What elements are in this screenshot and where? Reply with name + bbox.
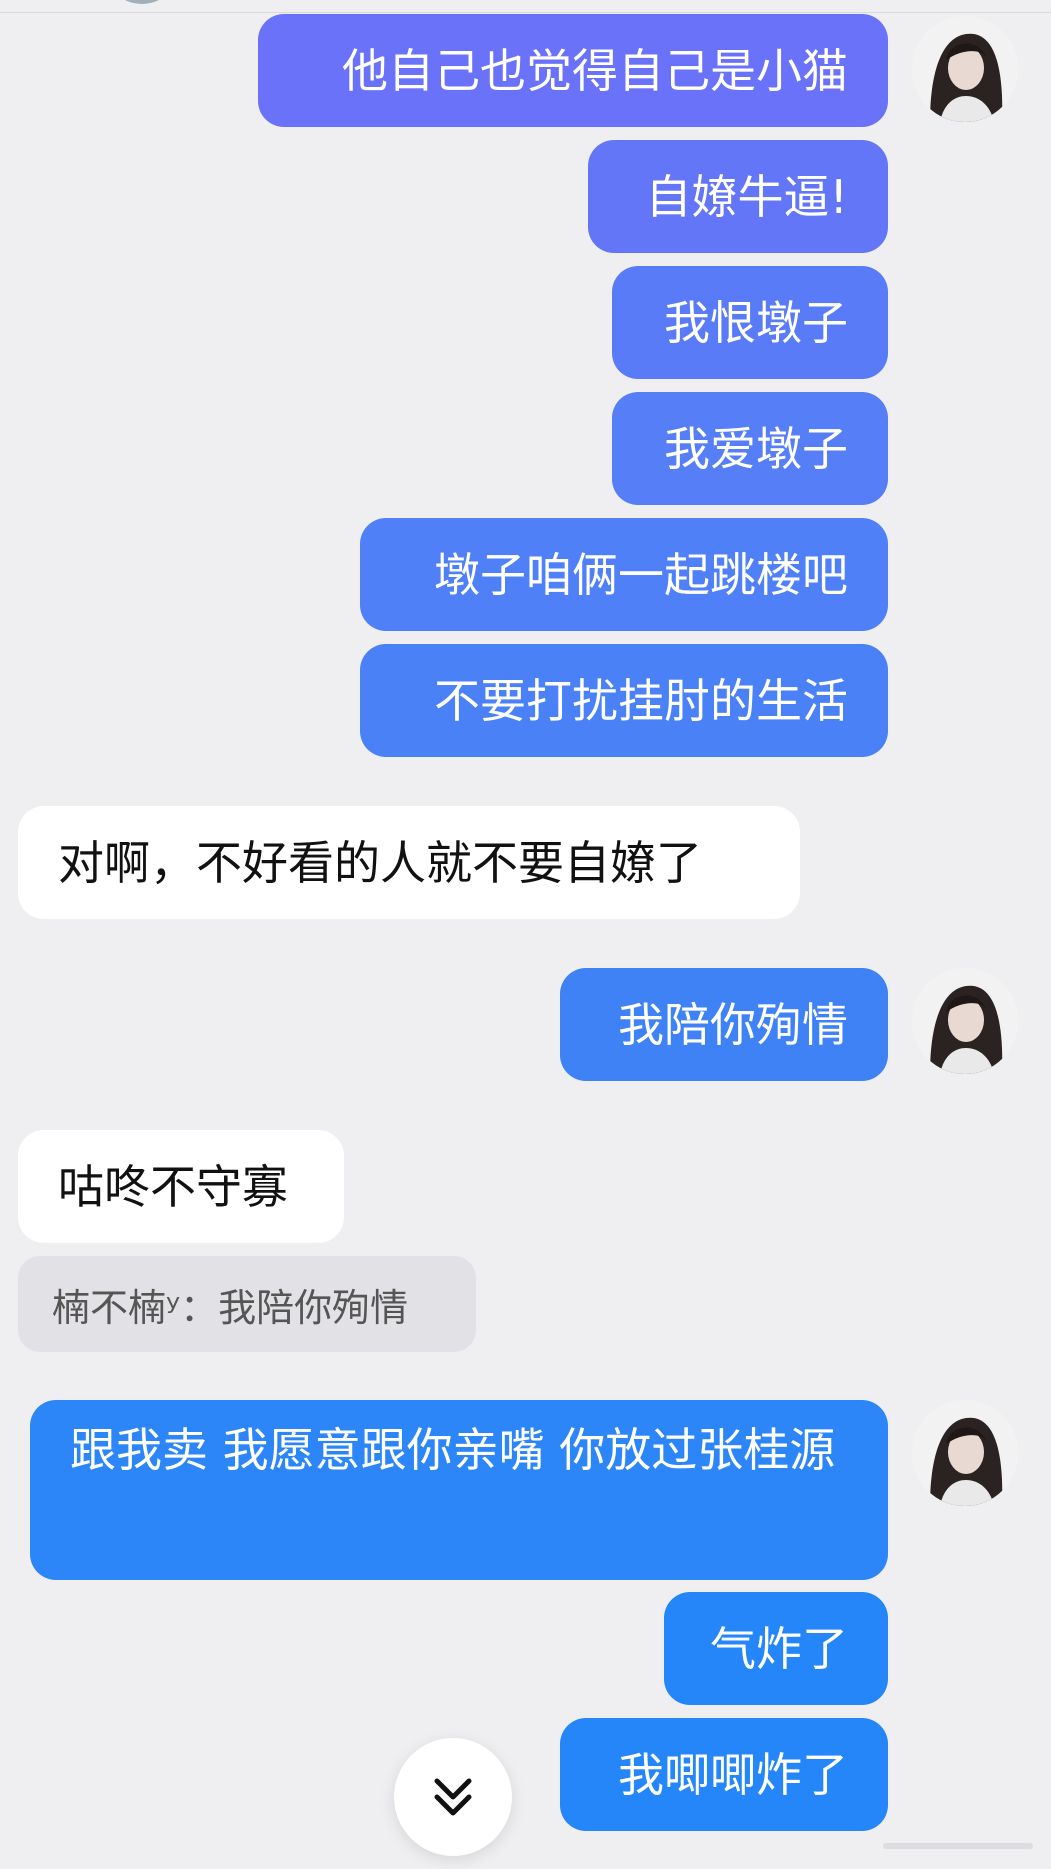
scroll-to-bottom-button[interactable]: [394, 1738, 512, 1856]
message-text: 他自己也觉得自己是小猫: [342, 43, 848, 98]
message-bubble-outgoing[interactable]: 他自己也觉得自己是小猫: [258, 14, 888, 127]
message-text: 我爱墩子: [664, 421, 848, 476]
divider: [0, 12, 1051, 13]
message-text: 跟我卖 我愿意跟你亲嘴 你放过张桂源: [70, 1423, 836, 1477]
message-bubble-outgoing[interactable]: 墩子咱俩一起跳楼吧: [360, 518, 888, 631]
user-avatar-photo: [912, 16, 1018, 122]
watermark: [883, 1843, 1033, 1849]
message-bubble-outgoing[interactable]: 跟我卖 我愿意跟你亲嘴 你放过张桂源: [30, 1400, 888, 1580]
quoted-message[interactable]: 楠不楠ʸ：我陪你殉情: [18, 1256, 476, 1352]
message-text: 对啊，不好看的人就不要自嫽了: [58, 835, 702, 890]
message-bubble-incoming[interactable]: 对啊，不好看的人就不要自嫽了: [18, 806, 800, 919]
message-bubble-outgoing[interactable]: 自嫽牛逼!: [588, 140, 888, 253]
user-avatar-photo: [912, 1400, 1018, 1506]
message-text: 气炸了: [710, 1621, 848, 1676]
message-bubble-outgoing[interactable]: 我陪你殉情: [560, 968, 888, 1081]
user-avatar-photo: [912, 968, 1018, 1074]
message-bubble-outgoing[interactable]: 气炸了: [664, 1592, 888, 1705]
message-text: 不要打扰挂肘的生活: [434, 673, 848, 728]
message-text: 墩子咱俩一起跳楼吧: [434, 547, 848, 602]
message-bubble-outgoing[interactable]: 不要打扰挂肘的生活: [360, 644, 888, 757]
message-bubble-outgoing[interactable]: 我爱墩子: [612, 392, 888, 505]
message-bubble-outgoing[interactable]: 我唧唧炸了: [560, 1718, 888, 1831]
double-chevron-down-icon: [434, 1778, 472, 1816]
message-text: 咕咚不守寡: [58, 1159, 288, 1214]
avatar[interactable]: [912, 16, 1018, 122]
message-text: 我唧唧炸了: [618, 1747, 848, 1802]
avatar[interactable]: [912, 1400, 1018, 1506]
message-text: 我恨墩子: [664, 295, 848, 350]
message-text: 我陪你殉情: [618, 997, 848, 1052]
message-bubble-incoming[interactable]: 咕咚不守寡: [18, 1130, 344, 1243]
quoted-message-text: 楠不楠ʸ：我陪你殉情: [52, 1285, 409, 1330]
chat-screen: 他自己也觉得自己是小猫 自嫽牛逼! 我恨墩子 我爱墩子 墩子咱俩一起跳楼吧 不要…: [0, 0, 1051, 1869]
avatar-partial: [118, 0, 166, 4]
avatar[interactable]: [912, 968, 1018, 1074]
message-bubble-outgoing[interactable]: 我恨墩子: [612, 266, 888, 379]
message-text: 自嫽牛逼!: [645, 169, 848, 224]
